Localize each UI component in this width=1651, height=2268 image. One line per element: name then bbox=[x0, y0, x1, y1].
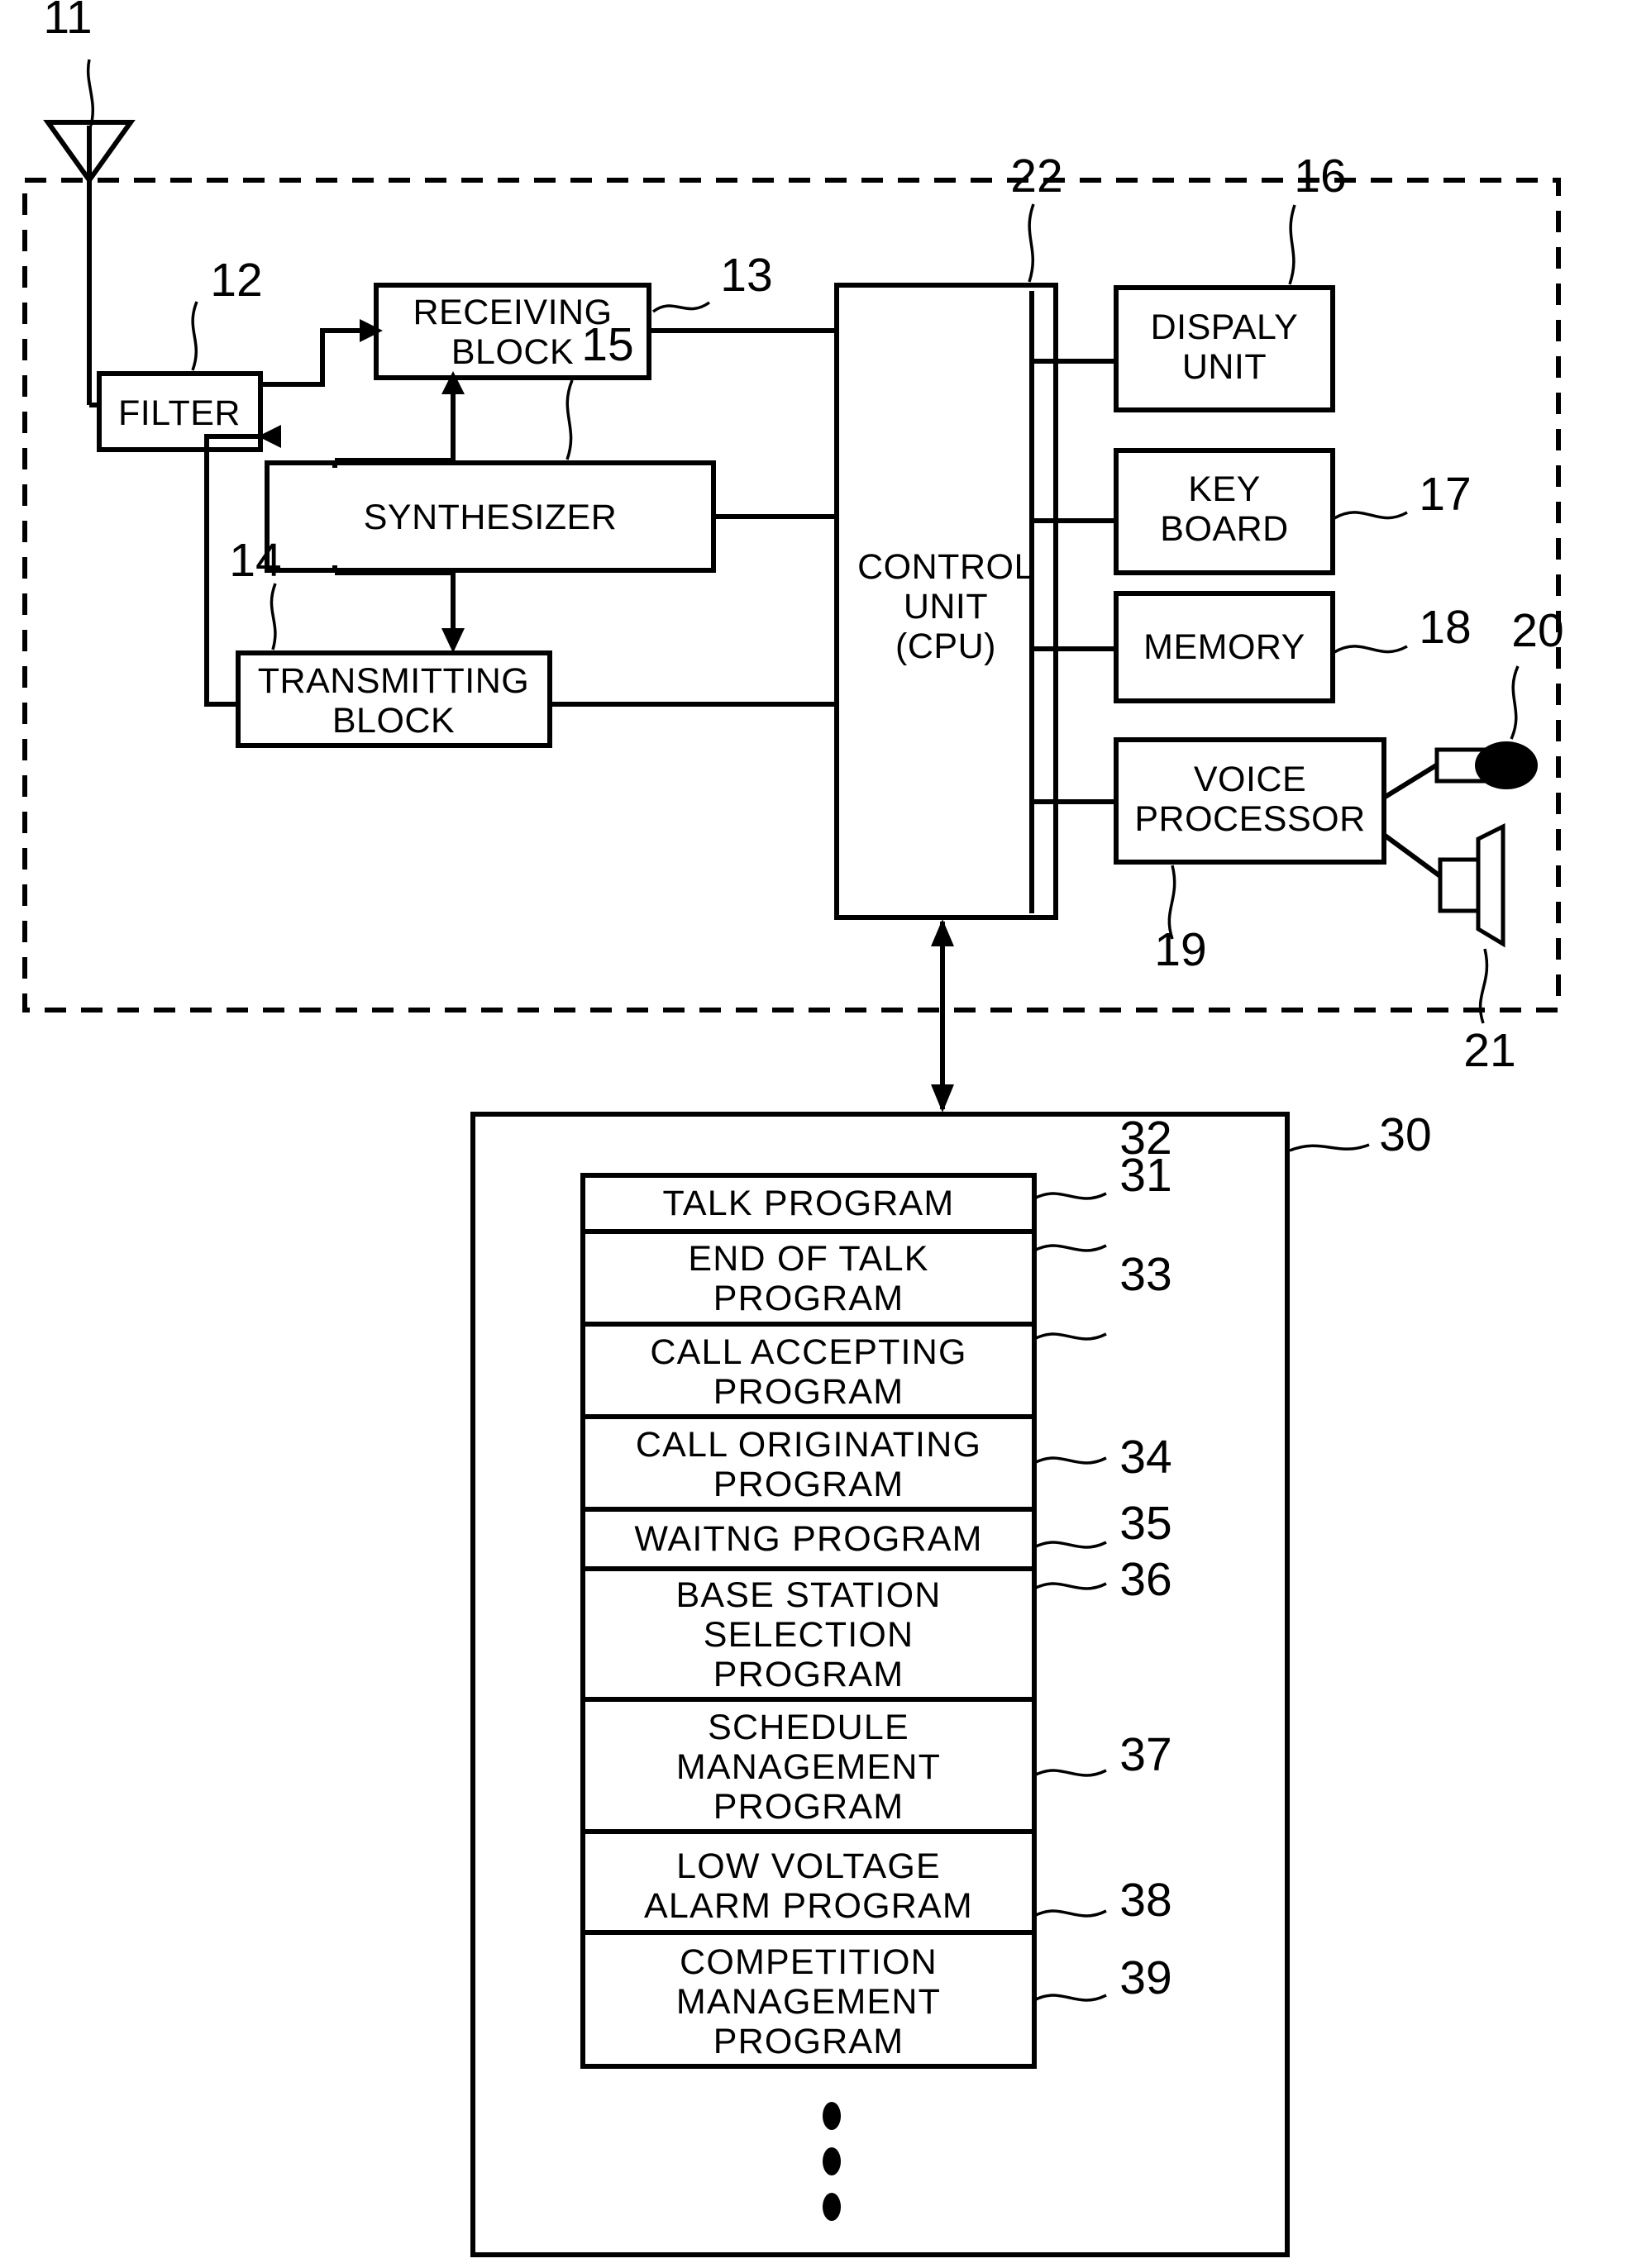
ref-37: 37 bbox=[1119, 1728, 1171, 1781]
ref-30: 30 bbox=[1379, 1108, 1431, 1161]
ref-19: 19 bbox=[1154, 923, 1206, 976]
block-receiving-label-2: BLOCK bbox=[451, 332, 574, 372]
block-synthesizer-label: SYNTHESIZER bbox=[364, 498, 618, 537]
ref-36: 36 bbox=[1119, 1553, 1171, 1606]
ref-38: 38 bbox=[1119, 1874, 1171, 1927]
program-label: COMPETITION bbox=[680, 1942, 938, 1982]
ref-32: 32 bbox=[1119, 1112, 1171, 1165]
ref-39: 39 bbox=[1119, 1951, 1171, 2004]
patent-figure: 11 FILTER 12 RECEIVING BLOCK 13 SYNTHESI… bbox=[0, 0, 1651, 2268]
speaker-icon bbox=[1382, 822, 1505, 948]
block-keyboard-label-2: BOARD bbox=[1160, 509, 1288, 549]
program-label: CALL ACCEPTING bbox=[650, 1332, 966, 1372]
block-display-unit-label-2: UNIT bbox=[1182, 347, 1267, 387]
program-label: PROGRAM bbox=[713, 1655, 904, 1694]
program-label: SCHEDULE bbox=[708, 1708, 909, 1747]
program-label: PROGRAM bbox=[713, 1279, 904, 1318]
program-label: TALK PROGRAM bbox=[663, 1184, 955, 1223]
block-transmitting-label-1: TRANSMITTING bbox=[258, 661, 529, 701]
program-label: CALL ORIGINATING bbox=[636, 1425, 981, 1465]
block-control-unit-label-3: (CPU) bbox=[895, 627, 996, 666]
program-label: PROGRAM bbox=[713, 1787, 904, 1827]
ref-20: 20 bbox=[1511, 604, 1563, 657]
block-control-unit-label-2: UNIT bbox=[904, 587, 988, 627]
block-memory-label: MEMORY bbox=[1143, 627, 1305, 667]
block-voice-processor-label-1: VOICE bbox=[1194, 760, 1306, 799]
program-label: MANAGEMENT bbox=[676, 1747, 941, 1787]
ref-11: 11 bbox=[43, 0, 92, 44]
ref-13: 13 bbox=[720, 249, 772, 302]
program-label: MANAGEMENT bbox=[676, 1982, 941, 2022]
ref-18: 18 bbox=[1419, 601, 1471, 654]
continuation-ellipsis bbox=[823, 2102, 841, 2221]
ref-12: 12 bbox=[210, 254, 262, 307]
ref-15: 15 bbox=[581, 318, 633, 371]
ref-14: 14 bbox=[229, 534, 281, 587]
ref-21: 21 bbox=[1463, 1024, 1515, 1077]
block-filter-label: FILTER bbox=[118, 393, 241, 433]
program-label: LOW VOLTAGE bbox=[676, 1846, 941, 1886]
ref-17: 17 bbox=[1419, 468, 1471, 521]
block-keyboard-label-1: KEY bbox=[1188, 469, 1261, 509]
program-label: PROGRAM bbox=[713, 1465, 904, 1504]
program-label: PROGRAM bbox=[713, 1372, 904, 1412]
ref-22: 22 bbox=[1010, 150, 1062, 202]
ref-34: 34 bbox=[1119, 1431, 1171, 1484]
antenna-icon bbox=[43, 120, 136, 405]
ref-16: 16 bbox=[1294, 150, 1346, 202]
block-control-unit-label-1: CONTROL bbox=[857, 547, 1034, 587]
program-label: BASE STATION bbox=[675, 1575, 941, 1615]
ref-33: 33 bbox=[1119, 1248, 1171, 1301]
program-label: WAITNG PROGRAM bbox=[634, 1519, 982, 1559]
program-label: PROGRAM bbox=[713, 2022, 904, 2061]
block-transmitting-label-2: BLOCK bbox=[332, 701, 455, 741]
block-display-unit-label-1: DISPALY bbox=[1151, 307, 1299, 347]
program-label: ALARM PROGRAM bbox=[644, 1886, 973, 1926]
program-label: SELECTION bbox=[704, 1615, 914, 1655]
program-label: END OF TALK bbox=[688, 1239, 928, 1279]
block-voice-processor-label-2: PROCESSOR bbox=[1134, 799, 1365, 839]
ref-35: 35 bbox=[1119, 1497, 1171, 1550]
microphone-icon bbox=[1382, 741, 1538, 800]
